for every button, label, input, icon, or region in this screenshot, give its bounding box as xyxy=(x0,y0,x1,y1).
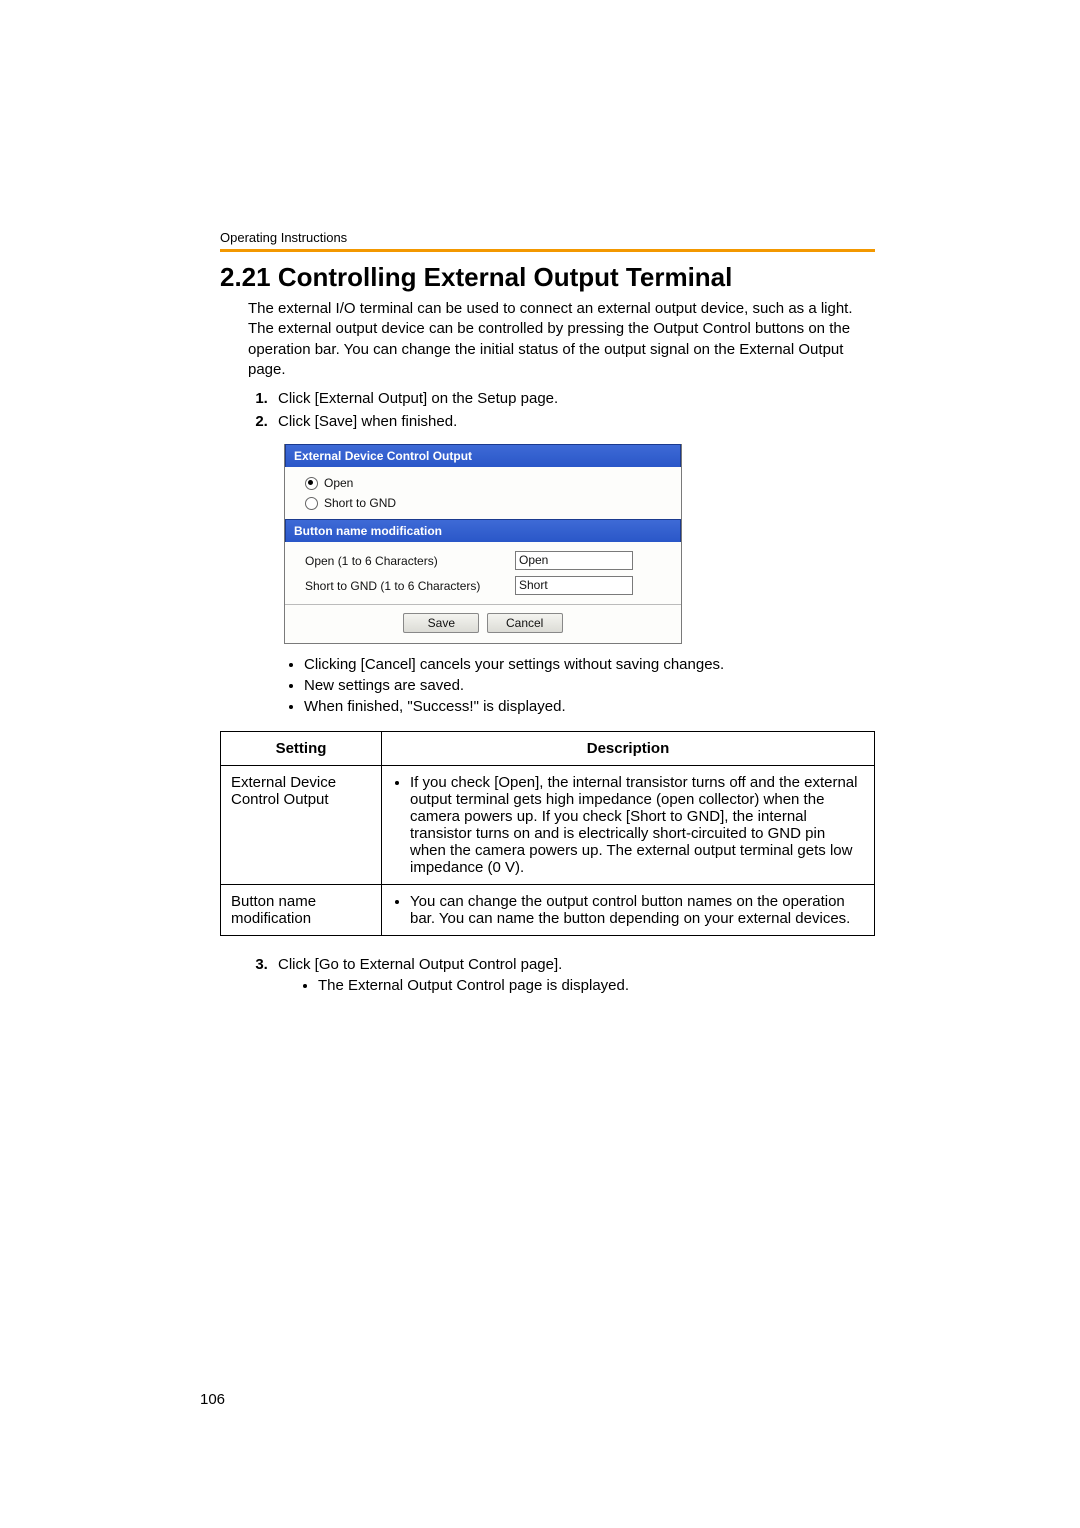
radio-open-icon[interactable] xyxy=(305,477,318,490)
document-page: Operating Instructions 2.21 Controlling … xyxy=(0,0,1080,1528)
note-3: When finished, "Success!" is displayed. xyxy=(304,698,875,715)
save-button[interactable]: Save xyxy=(403,613,479,633)
page-title: 2.21 Controlling External Output Termina… xyxy=(220,262,875,293)
table-row: External Device Control Output If you ch… xyxy=(221,766,875,885)
page-number: 106 xyxy=(200,1391,225,1408)
step-3-sub: The External Output Control page is disp… xyxy=(318,977,875,994)
radio-row-open[interactable]: Open xyxy=(305,473,671,493)
steps-1-2: Click [External Output] on the Setup pag… xyxy=(248,390,875,430)
cell-desc-0-text: If you check [Open], the internal transi… xyxy=(410,774,864,876)
dialog-header-control-output: External Device Control Output xyxy=(285,444,681,467)
header-rule xyxy=(220,249,875,252)
external-output-dialog: External Device Control Output Open Shor… xyxy=(284,444,682,644)
row-open-label: Open (1 to 6 Characters) xyxy=(305,554,515,568)
control-output-body: Open Short to GND xyxy=(285,467,681,519)
button-name-body: Open (1 to 6 Characters) Open Short to G… xyxy=(285,542,681,604)
radio-short-icon[interactable] xyxy=(305,497,318,510)
running-header: Operating Instructions xyxy=(220,230,875,245)
table-row: Button name modification You can change … xyxy=(221,885,875,936)
radio-row-short[interactable]: Short to GND xyxy=(305,493,671,513)
row-open-name: Open (1 to 6 Characters) Open xyxy=(305,548,671,573)
input-short-name[interactable]: Short xyxy=(515,576,633,595)
dialog-footer: Save Cancel xyxy=(285,604,681,643)
settings-table: Setting Description External Device Cont… xyxy=(220,731,875,936)
cancel-button[interactable]: Cancel xyxy=(487,613,563,633)
note-2: New settings are saved. xyxy=(304,677,875,694)
cell-desc-1-text: You can change the output control button… xyxy=(410,893,864,927)
radio-short-label: Short to GND xyxy=(324,496,396,510)
input-open-name[interactable]: Open xyxy=(515,551,633,570)
row-short-label: Short to GND (1 to 6 Characters) xyxy=(305,579,515,593)
cell-desc-1: You can change the output control button… xyxy=(382,885,875,936)
step-1: Click [External Output] on the Setup pag… xyxy=(272,390,875,407)
settings-header-row: Setting Description xyxy=(221,732,875,766)
dialog-header-button-name: Button name modification xyxy=(285,519,681,542)
step-3-block: Click [Go to External Output Control pag… xyxy=(248,956,875,994)
cell-desc-0: If you check [Open], the internal transi… xyxy=(382,766,875,885)
row-short-name: Short to GND (1 to 6 Characters) Short xyxy=(305,573,671,598)
notes-list: Clicking [Cancel] cancels your settings … xyxy=(284,656,875,715)
radio-open-label: Open xyxy=(324,476,353,490)
cell-setting-1: Button name modification xyxy=(221,885,382,936)
step-3: Click [Go to External Output Control pag… xyxy=(272,956,875,994)
col-header-description: Description xyxy=(382,732,875,766)
step-3-text: Click [Go to External Output Control pag… xyxy=(278,956,562,973)
cell-setting-0: External Device Control Output xyxy=(221,766,382,885)
intro-paragraph: The external I/O terminal can be used to… xyxy=(248,299,875,380)
note-1: Clicking [Cancel] cancels your settings … xyxy=(304,656,875,673)
step-2: Click [Save] when finished. xyxy=(272,413,875,430)
col-header-setting: Setting xyxy=(221,732,382,766)
